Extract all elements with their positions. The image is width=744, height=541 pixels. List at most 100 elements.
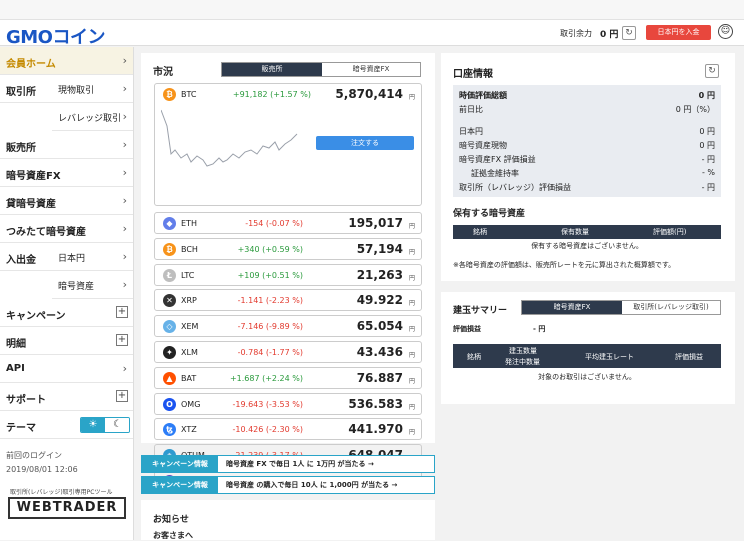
coin-row-ltc[interactable]: Ł LTC +109 (+0.51 %) 21,263 円: [154, 263, 422, 286]
sidebar-item-theme: テーマ ☀ ☾: [0, 411, 133, 439]
btc-sparkline: [161, 109, 298, 167]
btc-card[interactable]: ₿ BTC +91,182 (+1.57 %) 5,870,414 円 注文する: [154, 83, 422, 206]
plus-icon[interactable]: +: [116, 334, 128, 346]
xrp-icon: ✕: [163, 294, 176, 308]
sidebar-item-home[interactable]: 会員ホーム ›: [0, 47, 133, 75]
summary-table-header: 銘柄 建玉数量 発注中数量 平均建玉レート 評価損益: [453, 344, 721, 368]
account-line: 前日比 0 円（%）: [459, 104, 715, 117]
coin-row-eth[interactable]: ◆ ETH -154 (-0.07 %) 195,017 円: [154, 212, 422, 234]
yen-unit: 円: [408, 326, 415, 334]
coin-change: +91,182 (+1.57 %): [232, 90, 311, 99]
coin-row-xlm[interactable]: ✦ XLM -0.784 (-1.77 %) 43.436 円: [154, 341, 422, 363]
moon-icon[interactable]: ☾: [105, 418, 129, 432]
account-line-value: 0 円（%）: [675, 105, 715, 114]
chevron-right-icon: ›: [122, 166, 127, 179]
coin-row-bch[interactable]: ₿ BCH +340 (+0.59 %) 57,194 円: [154, 237, 422, 260]
tab-crypto-fx[interactable]: 暗号資産FX: [322, 63, 420, 76]
tab-crypto-fx[interactable]: 暗号資産FX: [522, 301, 622, 314]
coin-change: -1.141 (-2.23 %): [237, 296, 303, 306]
coin-price: 43.436: [356, 345, 403, 359]
yen-unit: 円: [408, 300, 415, 308]
sidebar-item-campaign[interactable]: キャンペーン +: [0, 299, 133, 327]
order-button[interactable]: 注文する: [316, 136, 414, 150]
yen-unit: 円: [408, 248, 415, 256]
coin-price: 57,194: [356, 241, 403, 256]
xlm-icon: ✦: [163, 346, 176, 359]
account-line: 日本円 0 円: [459, 126, 715, 139]
coin-symbol: ETH: [181, 219, 197, 228]
coin-symbol: XEM: [181, 322, 199, 332]
sidebar-subitem-jpy[interactable]: 日本円: [58, 251, 85, 264]
coin-symbol: XTZ: [181, 425, 197, 435]
plus-icon[interactable]: +: [116, 306, 128, 318]
eth-icon: ◆: [163, 217, 176, 230]
account-line-value: 0 円: [699, 127, 715, 136]
btc-icon: ₿: [163, 88, 176, 101]
user-icon[interactable]: ☺: [718, 24, 733, 39]
campaign-banner-purchase[interactable]: キャンペーン情報 暗号資産 の購入で毎日 10人 に 1,000円 が当たる →: [141, 476, 435, 494]
coin-symbol: LTC: [181, 270, 195, 280]
sidebar-item-tsumitate[interactable]: つみたて暗号資産 ›: [0, 215, 133, 243]
sidebar-item-label: 明細: [6, 339, 26, 350]
sidebar-item-label: 取引所: [6, 87, 36, 98]
tab-sales[interactable]: 販売所: [222, 63, 322, 76]
news-item[interactable]: お客さまへ: [153, 530, 193, 541]
sidebar-item-support[interactable]: サポート +: [0, 383, 133, 411]
coin-row-xrp[interactable]: ✕ XRP -1.141 (-2.23 %) 49.922 円: [154, 289, 422, 312]
sidebar-item-exchange[interactable]: 取引所 現物取引 ›: [0, 75, 133, 103]
coin-row-xem[interactable]: ◇ XEM -7.146 (-9.89 %) 65.054 円: [154, 315, 422, 338]
xem-icon: ◇: [163, 320, 176, 334]
bch-icon: ₿: [163, 242, 176, 256]
last-login-label: 前回のログイン: [6, 451, 62, 460]
account-line-label: 前日比: [459, 105, 483, 114]
campaign-banner-fx[interactable]: キャンペーン情報 暗号資産 FX で毎日 1人 に 1万円 が当たる →: [141, 455, 435, 473]
market-tabs: 販売所 暗号資産FX: [221, 62, 421, 77]
position-summary-panel: 建玉サマリー 暗号資産FX 取引所(レバレッジ取引) 評価損益 - 円 銘柄 建…: [441, 292, 735, 404]
chevron-right-icon: ›: [122, 362, 127, 375]
sidebar-subitem-crypto[interactable]: 暗号資産 ›: [52, 271, 133, 299]
gmo-coin-logo[interactable]: GMOコイン: [6, 23, 106, 49]
sidebar-item-sales[interactable]: 販売所 ›: [0, 131, 133, 159]
trading-margin-label: 取引余力: [560, 29, 592, 38]
summary-tabs: 暗号資産FX 取引所(レバレッジ取引): [521, 300, 721, 315]
chevron-right-icon: ›: [122, 138, 127, 151]
pl-value: - 円: [533, 325, 546, 333]
xtz-icon: ꜩ: [163, 423, 176, 437]
news-title: お知らせ: [153, 515, 189, 525]
coin-row-xtz[interactable]: ꜩ XTZ -10.426 (-2.30 %) 441.970 円: [154, 418, 422, 441]
sidebar-subitem-leverage[interactable]: レバレッジ取引 ›: [52, 103, 133, 131]
sidebar-item-crypto-fx[interactable]: 暗号資産FX ›: [0, 159, 133, 187]
coin-symbol: BCH: [181, 244, 198, 254]
sidebar-item-label: 暗号資産FX: [6, 171, 61, 182]
account-line-value: 0 円: [699, 141, 715, 150]
coin-change: -154 (-0.07 %): [245, 219, 303, 228]
coin-symbol: BAT: [181, 373, 197, 383]
plus-icon[interactable]: +: [116, 390, 128, 402]
refresh-icon[interactable]: ↻: [705, 64, 719, 78]
sun-icon[interactable]: ☀: [81, 418, 105, 432]
sidebar-item-lending[interactable]: 貸暗号資産 ›: [0, 187, 133, 215]
coin-row-bat[interactable]: ▲ BAT +1.687 (+2.24 %) 76.887 円: [154, 366, 422, 389]
column-header: 評価損益: [675, 353, 703, 361]
chevron-right-icon: ›: [122, 110, 127, 123]
pc-tool-label: 取引所(レバレッジ)取引専用PCツール: [10, 489, 113, 496]
sidebar-subitem-spot[interactable]: 現物取引: [58, 83, 94, 96]
deposit-jpy-button[interactable]: 日本円を入金: [646, 25, 711, 40]
sidebar-item-label: 会員ホーム: [6, 59, 56, 70]
ltc-icon: Ł: [163, 268, 176, 282]
coin-row-omg[interactable]: O OMG -19.643 (-3.53 %) 536.583 円: [154, 392, 422, 415]
sidebar-item-statement[interactable]: 明細 +: [0, 327, 133, 355]
account-line-label: 日本円: [459, 127, 483, 136]
theme-toggle[interactable]: ☀ ☾: [80, 417, 130, 433]
account-line-label: 取引所（レバレッジ）評価損益: [459, 183, 571, 192]
column-header: 発注中数量: [505, 358, 540, 366]
tab-exchange-leverage[interactable]: 取引所(レバレッジ取引): [622, 301, 720, 314]
refresh-icon[interactable]: ↻: [622, 26, 636, 40]
yen-unit: 円: [408, 403, 415, 411]
webtrader-banner[interactable]: WEBTRADER: [8, 497, 126, 519]
holdings-table-header: 銘柄 保有数量 評価額(円): [453, 225, 721, 239]
sidebar-item-deposit-withdraw[interactable]: 入出金 日本円 ›: [0, 243, 133, 271]
account-line: 時価評価総額 0 円: [459, 90, 715, 103]
sidebar-item-api[interactable]: API ›: [0, 355, 133, 383]
pl-label: 評価損益: [453, 325, 481, 333]
